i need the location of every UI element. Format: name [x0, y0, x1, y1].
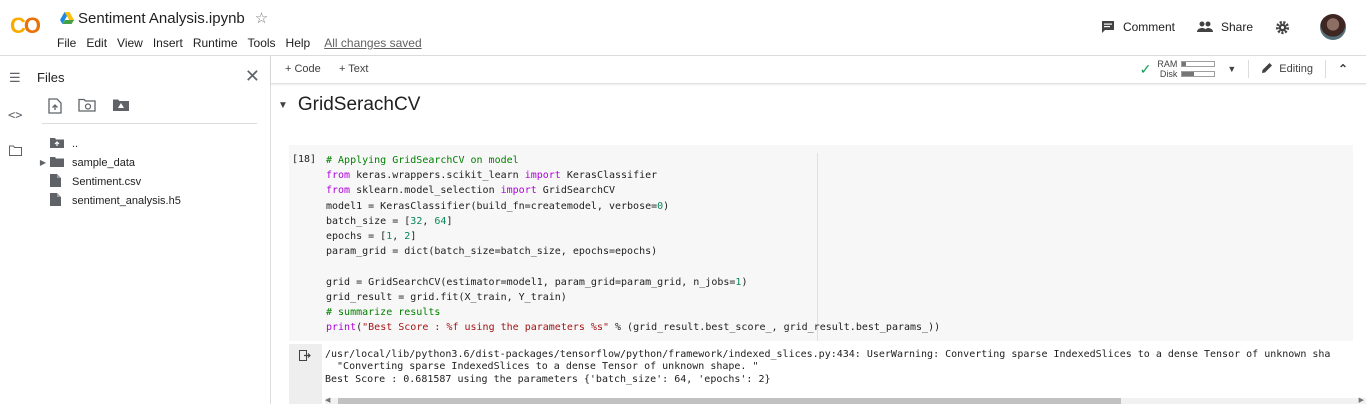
comment-icon	[1101, 21, 1114, 33]
disk-label: Disk	[1159, 69, 1178, 79]
output-line: Best Score : 0.681587 using the paramete…	[325, 373, 771, 385]
menu-edit[interactable]: Edit	[86, 36, 107, 50]
file-icon	[50, 173, 66, 190]
tree-item-label: sentiment_analysis.h5	[72, 194, 181, 207]
execution-count: [18]	[292, 154, 317, 165]
add-text-button[interactable]: + Text	[339, 63, 368, 75]
menu-insert[interactable]: Insert	[153, 36, 183, 50]
scrollbar-thumb[interactable]	[338, 398, 1121, 404]
code-editor[interactable]: # Applying GridSearchCV on model from ke…	[326, 153, 940, 335]
clear-output-icon[interactable]	[299, 350, 311, 364]
menu-view[interactable]: View	[117, 36, 143, 50]
menu-runtime[interactable]: Runtime	[193, 36, 238, 50]
plus-icon: +	[339, 63, 349, 75]
pencil-icon	[1261, 62, 1273, 77]
folder-icon	[50, 156, 66, 170]
output-gutter	[289, 344, 322, 404]
share-button[interactable]: Share	[1196, 20, 1253, 34]
collapse-chevron-up-icon[interactable]: ⌃	[1338, 62, 1348, 76]
app-header: CO Sentiment Analysis.ipynb ☆ File Edit …	[0, 0, 1366, 56]
sidebar-title: Files	[37, 70, 65, 85]
add-code-button[interactable]: + Code	[285, 63, 321, 75]
save-status-link[interactable]: All changes saved	[324, 36, 421, 50]
parent-folder-icon	[50, 137, 66, 151]
scroll-left-arrow-icon[interactable]: ◀	[325, 396, 330, 404]
gear-icon	[1275, 20, 1290, 34]
file-toolbar	[48, 98, 146, 119]
cell-output: /usr/local/lib/python3.6/dist-packages/t…	[289, 344, 1366, 404]
tree-item-label: ..	[72, 137, 79, 150]
tree-item-sentiment-csv[interactable]: Sentiment.csv	[36, 172, 181, 191]
ram-label: RAM	[1157, 59, 1178, 69]
colab-logo[interactable]: CO	[10, 13, 41, 39]
menu-help[interactable]: Help	[286, 36, 311, 50]
toolbar-divider	[1324, 60, 1326, 78]
comment-label: Comment	[1122, 20, 1175, 34]
comment-button[interactable]: Comment	[1101, 20, 1175, 34]
tree-item-parent[interactable]: ..	[36, 134, 181, 153]
section-title: GridSerachCV	[297, 94, 421, 115]
mount-drive-icon[interactable]	[112, 98, 130, 119]
files-sidebar: Files ✕ .. ▶ sample_data Sentiment.csv s…	[32, 56, 271, 404]
section-heading: ▼ GridSerachCV	[278, 94, 420, 116]
scroll-right-arrow-icon[interactable]: ▶	[1359, 396, 1364, 404]
ram-bar	[1181, 61, 1216, 67]
editing-mode-label[interactable]: Editing	[1279, 63, 1313, 75]
output-line: "Converting sparse IndexedSlices to a de…	[325, 361, 759, 373]
tree-item-label: sample_data	[72, 156, 135, 169]
star-icon[interactable]: ☆	[255, 9, 268, 27]
notebook-title[interactable]: Sentiment Analysis.ipynb	[78, 10, 245, 27]
user-avatar[interactable]	[1320, 14, 1346, 40]
folder-icon[interactable]	[9, 144, 22, 159]
resource-meter[interactable]: RAM Disk	[1155, 59, 1216, 79]
close-icon[interactable]: ✕	[245, 66, 260, 87]
toolbar-divider	[1248, 60, 1250, 78]
disk-bar	[1181, 71, 1216, 77]
tree-item-label: Sentiment.csv	[72, 175, 142, 188]
people-icon	[1196, 21, 1213, 32]
output-text: /usr/local/lib/python3.6/dist-packages/t…	[325, 349, 1365, 386]
table-of-contents-icon[interactable]: ☰	[9, 70, 21, 86]
settings-button[interactable]	[1275, 20, 1298, 35]
output-line: /usr/local/lib/python3.6/dist-packages/t…	[325, 349, 1331, 360]
refresh-folder-icon[interactable]	[78, 98, 96, 119]
menu-tools[interactable]: Tools	[248, 36, 276, 50]
left-rail: ☰ <>	[0, 56, 32, 404]
toolbar-right: ✓ RAM Disk ▼ Editing ⌃	[1140, 59, 1348, 79]
share-label: Share	[1220, 20, 1253, 34]
upload-file-icon[interactable]	[48, 98, 62, 119]
menu-file[interactable]: File	[57, 36, 76, 50]
file-icon	[50, 192, 66, 209]
tree-item-sample-data[interactable]: ▶ sample_data	[36, 153, 181, 172]
code-cell[interactable]: [18] # Applying GridSearchCV on model fr…	[289, 145, 1353, 341]
connected-check-icon: ✓	[1139, 60, 1152, 77]
menu-bar: File Edit View Insert Runtime Tools Help…	[57, 36, 432, 50]
collapse-section-icon[interactable]: ▼	[278, 100, 288, 111]
tree-item-sentiment-h5[interactable]: sentiment_analysis.h5	[36, 191, 181, 210]
chevron-down-icon[interactable]: ▼	[1227, 64, 1236, 74]
file-tree: .. ▶ sample_data Sentiment.csv sentiment…	[36, 134, 181, 210]
title-row: Sentiment Analysis.ipynb ☆	[60, 9, 268, 27]
sidebar-divider	[42, 123, 257, 124]
chevron-right-icon[interactable]: ▶	[36, 158, 50, 167]
horizontal-scrollbar[interactable]	[325, 398, 1366, 404]
google-drive-icon[interactable]	[60, 12, 74, 24]
code-snippets-icon[interactable]: <>	[8, 108, 22, 122]
header-actions: Comment Share	[1101, 14, 1366, 40]
notebook-toolbar: + Code + Text ✓ RAM Disk ▼ Editing ⌃	[271, 56, 1366, 84]
